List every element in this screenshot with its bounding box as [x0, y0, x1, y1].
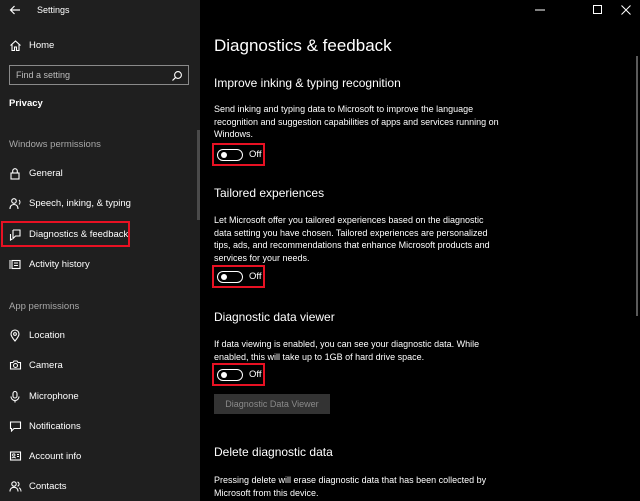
section-title: Privacy — [9, 98, 43, 109]
windows-permissions-header: Windows permissions — [9, 139, 101, 150]
sidebar-item-label: Location — [29, 329, 65, 341]
sidebar-item-location[interactable]: Location — [0, 322, 200, 348]
contacts-icon — [8, 479, 22, 493]
speech-icon — [8, 196, 22, 210]
tailored-toggle[interactable] — [217, 271, 243, 283]
main-scrollbar[interactable] — [636, 56, 638, 316]
titlebar-left: Settings — [0, 0, 200, 22]
toggle-highlight-tailored: Off — [212, 265, 265, 288]
page-title: Diagnostics & feedback — [214, 36, 392, 55]
sidebar-item-microphone[interactable]: Microphone — [0, 383, 200, 409]
sidebar-item-activity-history[interactable]: Activity history — [0, 251, 200, 277]
sidebar-item-camera[interactable]: Camera — [0, 352, 200, 378]
maximize-icon[interactable] — [588, 2, 608, 18]
section-description-inking: Send inking and typing data to Microsoft… — [214, 104, 499, 139]
section-description-delete: Pressing delete will erase diagnostic da… — [214, 475, 487, 498]
toggle-state-label: Off — [249, 271, 262, 282]
toggle-state-label: Off — [249, 369, 262, 380]
main-content: Diagnostics & feedback Improve inking & … — [200, 0, 640, 501]
toggle-highlight-data-viewer: Off — [212, 363, 265, 386]
sidebar-item-label: Contacts — [29, 480, 67, 492]
toggle-knob — [220, 273, 227, 280]
sidebar-item-contacts[interactable]: Contacts — [0, 473, 200, 499]
sidebar-item-notifications[interactable]: Notifications — [0, 413, 200, 439]
account-info-icon — [8, 449, 22, 463]
sidebar-item-speech[interactable]: Speech, inking, & typing — [0, 190, 200, 216]
back-arrow-icon[interactable] — [8, 3, 22, 17]
sidebar-item-home[interactable]: Home — [0, 32, 200, 58]
sidebar-item-label: Microphone — [29, 390, 79, 402]
sidebar-item-label: Camera — [29, 359, 63, 371]
sidebar-item-label: General — [29, 167, 63, 179]
camera-icon — [8, 358, 22, 372]
activity-history-icon — [8, 257, 22, 271]
section-header-inking: Improve inking & typing recognition — [214, 76, 401, 90]
app-permissions-header: App permissions — [9, 301, 80, 312]
home-icon — [8, 38, 22, 52]
sidebar-item-label: Notifications — [29, 420, 81, 432]
sidebar-item-label: Speech, inking, & typing — [29, 197, 131, 209]
notifications-icon — [8, 419, 22, 433]
data-viewer-toggle[interactable] — [217, 369, 243, 381]
inking-toggle[interactable] — [217, 149, 243, 161]
search-input[interactable]: Find a setting — [9, 65, 189, 85]
sidebar-item-general[interactable]: General — [0, 160, 200, 186]
close-icon[interactable] — [616, 2, 636, 18]
search-placeholder: Find a setting — [16, 70, 71, 80]
sidebar-item-account-info[interactable]: Account info — [0, 443, 200, 469]
section-header-delete: Delete diagnostic data — [214, 445, 333, 459]
location-icon — [8, 328, 22, 342]
sidebar-item-label: Activity history — [29, 258, 90, 270]
sidebar-item-label: Home — [29, 39, 55, 51]
selected-item-highlight — [1, 221, 130, 247]
section-header-tailored: Tailored experiences — [214, 186, 325, 200]
section-header-data-viewer: Diagnostic data viewer — [214, 310, 335, 324]
toggle-state-label: Off — [249, 149, 262, 160]
lock-icon — [8, 166, 22, 180]
toggle-knob — [220, 151, 227, 158]
app-title: Settings — [37, 5, 70, 15]
microphone-icon — [8, 389, 22, 403]
toggle-highlight-inking: Off — [212, 143, 265, 166]
search-icon[interactable] — [171, 69, 183, 81]
toggle-knob — [220, 371, 227, 378]
sidebar-item-label: Account info — [29, 450, 82, 462]
diagnostic-data-viewer-button[interactable]: Diagnostic Data Viewer — [214, 394, 330, 414]
minimize-icon[interactable] — [530, 2, 550, 18]
sidebar: Settings Home Find a setting Privacy Win… — [0, 0, 200, 501]
section-description-tailored: Let Microsoft offer you tailored experie… — [214, 215, 490, 263]
section-description-data-viewer: If data viewing is enabled, you can see … — [214, 339, 480, 362]
